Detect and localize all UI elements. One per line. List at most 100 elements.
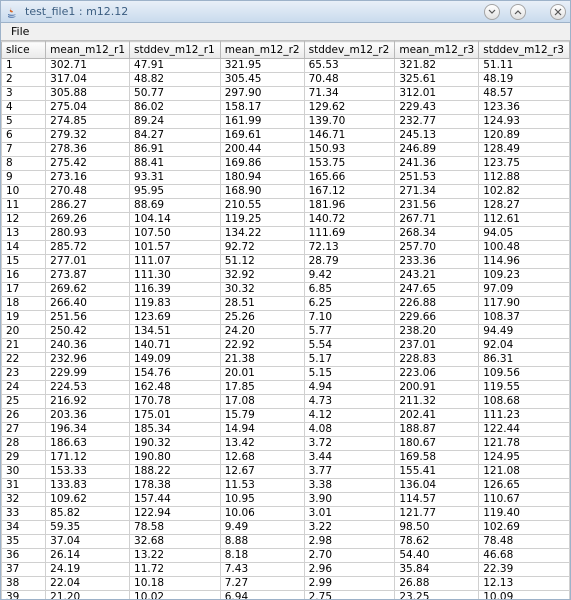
column-header[interactable]: slice [2, 42, 46, 59]
table-cell[interactable]: 140.72 [304, 213, 395, 227]
close-button[interactable] [550, 4, 566, 20]
table-cell[interactable]: 6 [2, 129, 46, 143]
table-cell[interactable]: 190.80 [130, 451, 221, 465]
table-row[interactable]: 17269.62116.3930.326.85247.6597.09 [2, 283, 570, 297]
table-cell[interactable]: 11.53 [220, 479, 304, 493]
table-cell[interactable]: 117.90 [479, 297, 570, 311]
table-cell[interactable]: 123.75 [479, 157, 570, 171]
minimize-button[interactable] [484, 4, 500, 20]
table-cell[interactable]: 119.25 [220, 213, 304, 227]
table-cell[interactable]: 98.50 [395, 521, 479, 535]
table-cell[interactable]: 305.45 [220, 73, 304, 87]
table-cell[interactable]: 188.87 [395, 423, 479, 437]
table-cell[interactable]: 88.69 [130, 199, 221, 213]
table-cell[interactable]: 128.27 [479, 199, 570, 213]
table-cell[interactable]: 269.26 [46, 213, 130, 227]
table-cell[interactable]: 275.42 [46, 157, 130, 171]
table-cell[interactable]: 6.85 [304, 283, 395, 297]
table-cell[interactable]: 17 [2, 283, 46, 297]
table-cell[interactable]: 232.77 [395, 115, 479, 129]
table-cell[interactable]: 200.44 [220, 143, 304, 157]
table-cell[interactable]: 119.83 [130, 297, 221, 311]
table-cell[interactable]: 100.48 [479, 241, 570, 255]
table-cell[interactable]: 169.58 [395, 451, 479, 465]
table-cell[interactable]: 246.89 [395, 143, 479, 157]
table-cell[interactable]: 185.34 [130, 423, 221, 437]
table-cell[interactable]: 84.27 [130, 129, 221, 143]
table-cell[interactable]: 154.76 [130, 367, 221, 381]
table-cell[interactable]: 119.40 [479, 507, 570, 521]
table-cell[interactable]: 9 [2, 171, 46, 185]
table-row[interactable]: 3626.1413.228.182.7054.4046.68 [2, 549, 570, 563]
table-cell[interactable]: 2.98 [304, 535, 395, 549]
table-cell[interactable]: 14.94 [220, 423, 304, 437]
table-row[interactable]: 4275.0486.02158.17129.62229.43123.36 [2, 101, 570, 115]
table-cell[interactable]: 50.77 [130, 87, 221, 101]
table-cell[interactable]: 34 [2, 521, 46, 535]
table-cell[interactable]: 112.61 [479, 213, 570, 227]
table-cell[interactable]: 231.56 [395, 199, 479, 213]
table-row[interactable]: 8275.4288.41169.86153.75241.36123.75 [2, 157, 570, 171]
table-cell[interactable]: 10.18 [130, 577, 221, 591]
table-cell[interactable]: 124.95 [479, 451, 570, 465]
table-cell[interactable]: 21.20 [46, 591, 130, 600]
table-cell[interactable]: 140.71 [130, 339, 221, 353]
table-cell[interactable]: 24 [2, 381, 46, 395]
table-cell[interactable]: 71.34 [304, 87, 395, 101]
table-cell[interactable]: 38 [2, 577, 46, 591]
table-cell[interactable]: 5.77 [304, 325, 395, 339]
table-cell[interactable]: 237.01 [395, 339, 479, 353]
table-cell[interactable]: 3 [2, 87, 46, 101]
table-cell[interactable]: 136.04 [395, 479, 479, 493]
table-cell[interactable]: 93.31 [130, 171, 221, 185]
table-row[interactable]: 3459.3578.589.493.2298.50102.69 [2, 521, 570, 535]
table-cell[interactable]: 243.21 [395, 269, 479, 283]
table-cell[interactable]: 22.92 [220, 339, 304, 353]
table-cell[interactable]: 121.78 [479, 437, 570, 451]
table-cell[interactable]: 251.53 [395, 171, 479, 185]
table-cell[interactable]: 286.27 [46, 199, 130, 213]
table-cell[interactable]: 186.63 [46, 437, 130, 451]
table-cell[interactable]: 31 [2, 479, 46, 493]
table-cell[interactable]: 157.44 [130, 493, 221, 507]
table-cell[interactable]: 122.44 [479, 423, 570, 437]
table-cell[interactable]: 111.07 [130, 255, 221, 269]
table-cell[interactable]: 123.69 [130, 311, 221, 325]
table-cell[interactable]: 168.90 [220, 185, 304, 199]
table-cell[interactable]: 36 [2, 549, 46, 563]
table-cell[interactable]: 2.96 [304, 563, 395, 577]
table-cell[interactable]: 107.50 [130, 227, 221, 241]
table-cell[interactable]: 72.13 [304, 241, 395, 255]
table-cell[interactable]: 4.94 [304, 381, 395, 395]
table-cell[interactable]: 202.41 [395, 409, 479, 423]
table-cell[interactable]: 13 [2, 227, 46, 241]
column-header[interactable]: stddev_m12_r2 [304, 42, 395, 59]
table-cell[interactable]: 12 [2, 213, 46, 227]
table-cell[interactable]: 48.19 [479, 73, 570, 87]
table-cell[interactable]: 280.93 [46, 227, 130, 241]
table-cell[interactable]: 200.91 [395, 381, 479, 395]
table-cell[interactable]: 188.22 [130, 465, 221, 479]
table-cell[interactable]: 228.83 [395, 353, 479, 367]
table-cell[interactable]: 238.20 [395, 325, 479, 339]
table-cell[interactable]: 114.96 [479, 255, 570, 269]
table-cell[interactable]: 3.01 [304, 507, 395, 521]
table-cell[interactable]: 20.01 [220, 367, 304, 381]
table-cell[interactable]: 3.44 [304, 451, 395, 465]
table-cell[interactable]: 35 [2, 535, 46, 549]
table-row[interactable]: 3921.2010.026.942.7523.2510.09 [2, 591, 570, 600]
table-cell[interactable]: 17.08 [220, 395, 304, 409]
table-cell[interactable]: 305.88 [46, 87, 130, 101]
table-cell[interactable]: 4 [2, 101, 46, 115]
table-cell[interactable]: 169.61 [220, 129, 304, 143]
table-row[interactable]: 3305.8850.77297.9071.34312.0148.57 [2, 87, 570, 101]
table-cell[interactable]: 279.32 [46, 129, 130, 143]
table-row[interactable]: 28186.63190.3213.423.72180.67121.78 [2, 437, 570, 451]
table-row[interactable]: 14285.72101.5792.7272.13257.70100.48 [2, 241, 570, 255]
table-cell[interactable]: 15.79 [220, 409, 304, 423]
table-cell[interactable]: 10.95 [220, 493, 304, 507]
table-cell[interactable]: 268.34 [395, 227, 479, 241]
table-row[interactable]: 31133.83178.3811.533.38136.04126.65 [2, 479, 570, 493]
table-cell[interactable]: 4.73 [304, 395, 395, 409]
table-cell[interactable]: 5.54 [304, 339, 395, 353]
